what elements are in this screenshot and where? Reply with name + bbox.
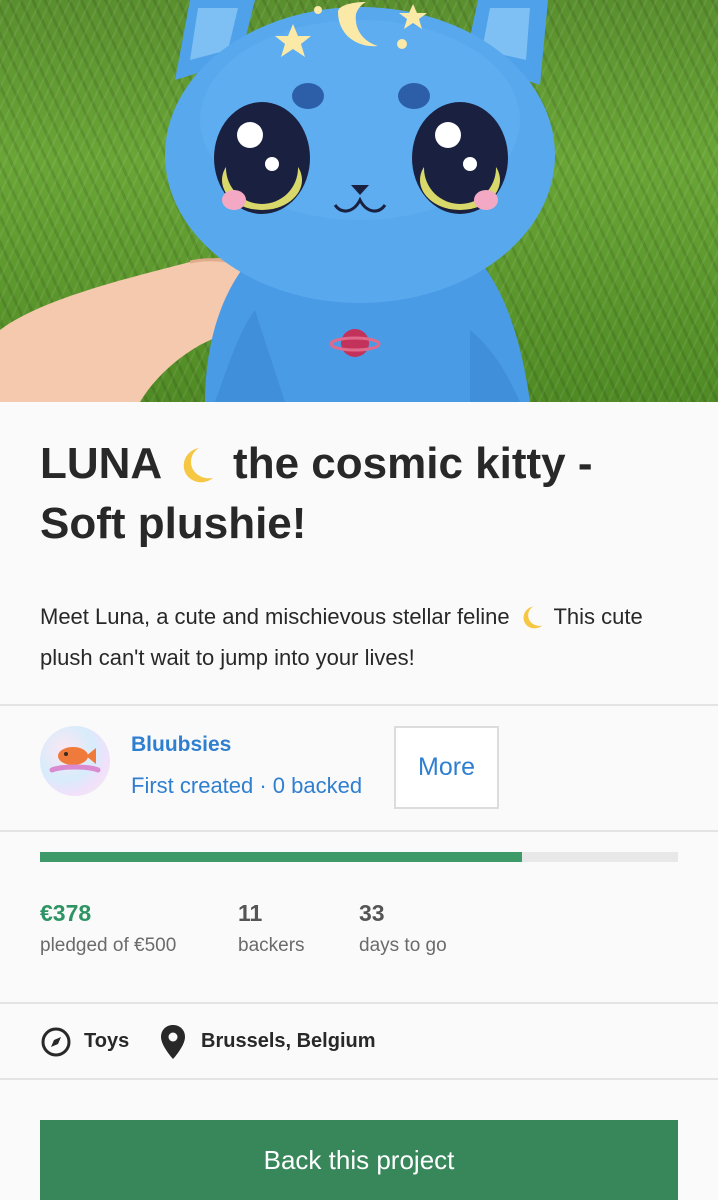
backers-count: 11 xyxy=(238,900,263,926)
description-text-part: Meet Luna, a cute and mischievous stella… xyxy=(40,604,510,629)
creator-avatar[interactable] xyxy=(40,726,110,796)
project-page: LUNA the cosmic kitty - Soft plushie! Me… xyxy=(0,0,718,1200)
project-description: Meet Luna, a cute and mischievous stella… xyxy=(40,596,680,678)
title-text-part: Soft plushie! xyxy=(40,499,307,548)
map-pin-icon xyxy=(161,1025,185,1059)
funding-progress-fill xyxy=(40,852,523,862)
divider xyxy=(0,1002,718,1004)
title-text-part: the cosmic kitty - xyxy=(233,439,593,488)
location-link[interactable]: Brussels, Belgium xyxy=(201,1030,376,1053)
title-text-part: LUNA xyxy=(40,439,161,488)
project-hero-image[interactable] xyxy=(0,0,718,402)
divider xyxy=(0,704,718,706)
funding-progress-bar xyxy=(40,852,678,862)
back-project-button[interactable]: Back this project xyxy=(40,1120,678,1200)
pledged-amount: €378 xyxy=(40,900,92,926)
more-button[interactable]: More xyxy=(394,726,499,809)
divider xyxy=(0,830,718,832)
backers-label: backers xyxy=(238,935,305,956)
plush-illustration xyxy=(0,0,555,402)
divider xyxy=(0,1078,718,1080)
project-title: LUNA the cosmic kitty - Soft plushie! xyxy=(40,434,680,554)
creator-name-link[interactable]: Bluubsies xyxy=(131,733,231,757)
days-count: 33 xyxy=(359,900,385,926)
compass-icon xyxy=(41,1027,71,1057)
crescent-moon-icon xyxy=(523,606,542,629)
fish-logo-icon xyxy=(49,747,101,773)
creator-meta[interactable]: First created · 0 backed xyxy=(131,773,362,799)
pledged-label: pledged of €500 xyxy=(40,935,177,956)
crescent-moon-icon xyxy=(183,448,213,483)
days-label: days to go xyxy=(359,935,447,956)
category-link[interactable]: Toys xyxy=(84,1030,129,1053)
